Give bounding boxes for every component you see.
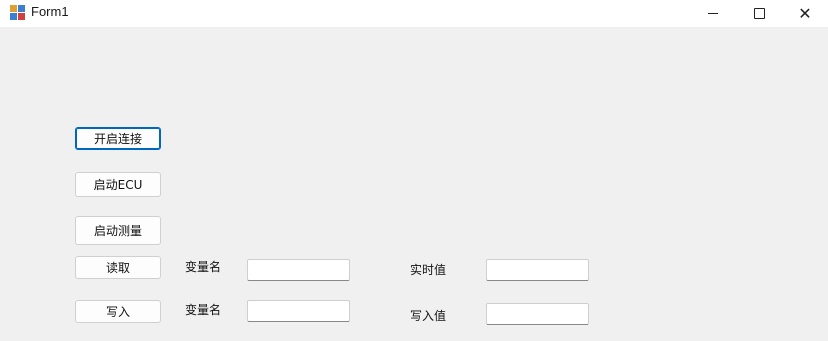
connect-button[interactable]: 开启连接 (75, 127, 161, 150)
write-value-input[interactable] (486, 303, 589, 325)
close-icon: ✕ (798, 3, 812, 23)
window-title: Form1 (31, 4, 69, 19)
close-button[interactable]: ✕ (782, 0, 828, 27)
read-var-name-label: 变量名 (185, 260, 222, 274)
write-var-name-label: 变量名 (185, 303, 222, 317)
maximize-icon (753, 8, 765, 19)
start-ecu-button[interactable]: 启动ECU (75, 172, 161, 197)
start-measure-button[interactable]: 启动测量 (75, 216, 161, 245)
maximize-button[interactable] (736, 0, 782, 27)
minimize-icon (708, 13, 718, 14)
realtime-value-input[interactable] (486, 259, 589, 281)
read-button[interactable]: 读取 (75, 256, 161, 279)
minimize-button[interactable] (690, 0, 736, 27)
read-var-name-input[interactable] (247, 259, 350, 281)
write-var-name-input[interactable] (247, 300, 350, 322)
app-icon (10, 5, 26, 21)
title-bar: Form1 ✕ (0, 0, 828, 27)
realtime-value-label: 实时值 (410, 263, 447, 277)
write-value-label: 写入值 (410, 309, 447, 323)
write-button[interactable]: 写入 (75, 300, 161, 323)
